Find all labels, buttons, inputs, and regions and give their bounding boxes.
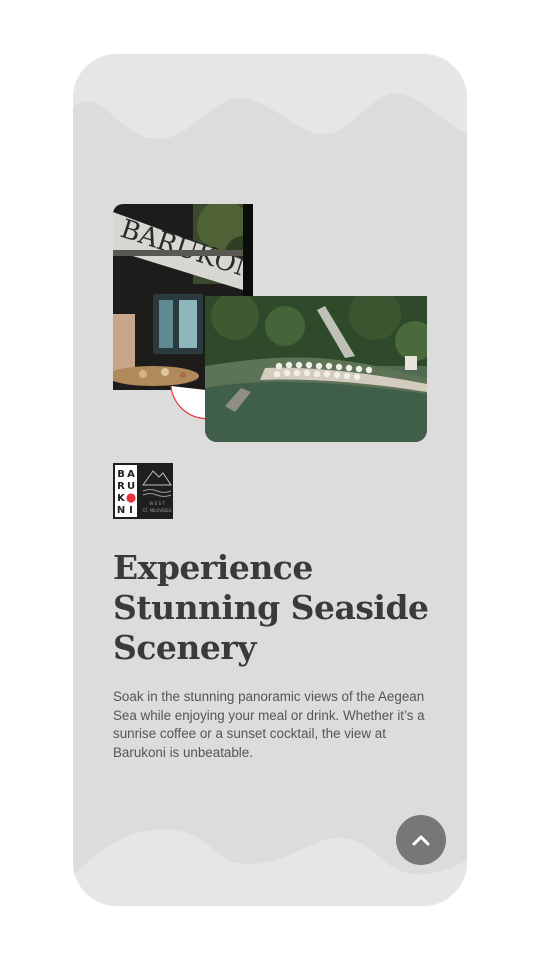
section-headline: Experience Stunning Seaside Scenery [113,548,429,667]
top-wave-decoration [73,54,467,139]
scroll-to-top-button[interactable] [396,815,446,865]
logo-tagline: ST. MILOVIDES [143,508,172,513]
logo-letter: K [117,493,126,504]
content-card: BARUKONI B A R U K N I W E S T ST. MILOV… [73,54,467,906]
section-description: Soak in the stunning panoramic views of … [113,689,425,760]
logo-letter: B [117,469,125,480]
beach-aerial-photo [205,296,427,442]
logo-letter: A [127,469,135,480]
logo-letter: U [127,481,135,492]
logo-letter: R [117,481,125,492]
logo-letter: N [117,505,125,516]
chevron-up-icon [412,835,430,846]
barukoni-logo: B A R U K O N I W E S T ST. MILOVIDES [113,463,173,519]
logo-tagline: W E S T [149,501,165,506]
logo-letter: I [129,505,133,516]
